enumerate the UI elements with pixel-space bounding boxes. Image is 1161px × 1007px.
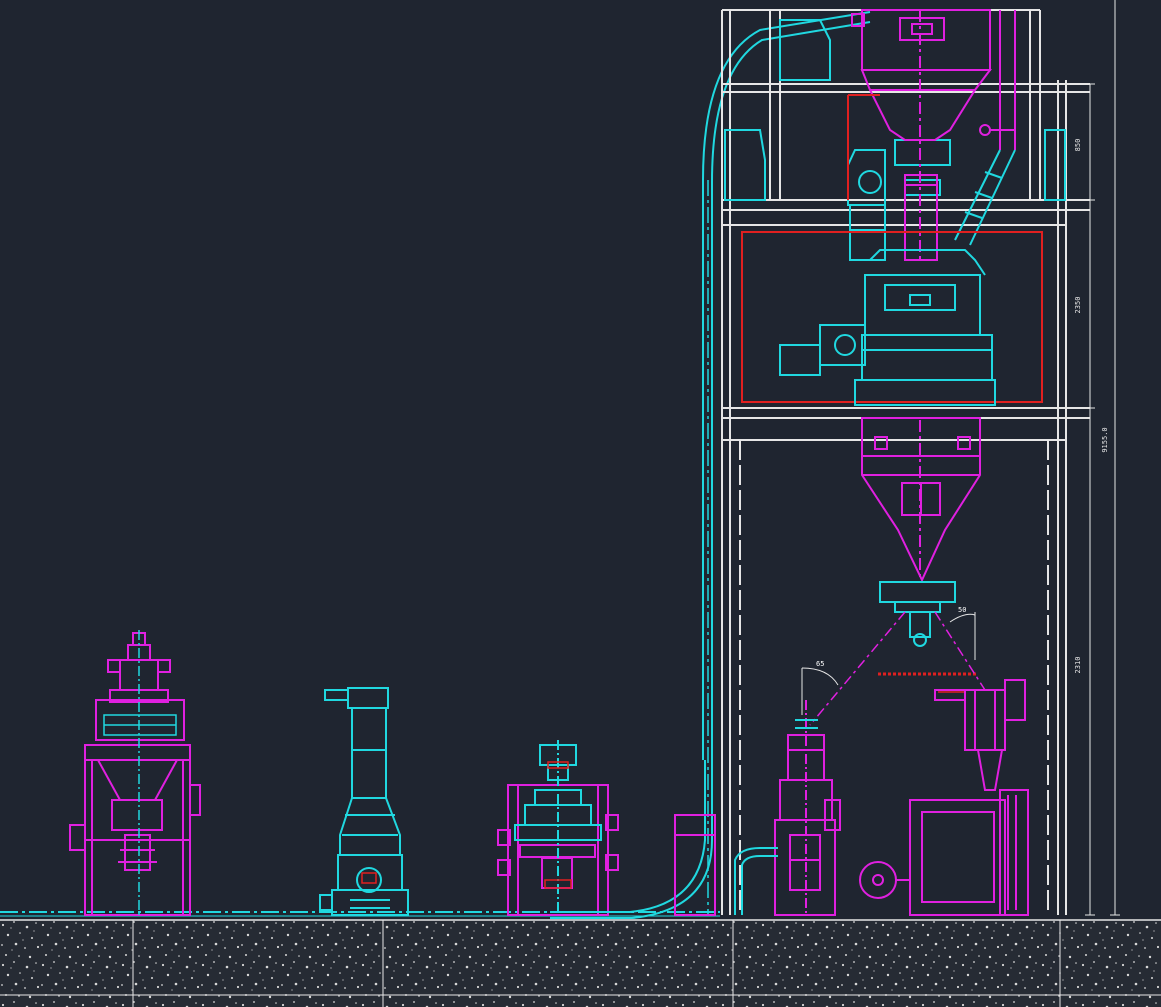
process-elevation-drawing: 850 2350 2310 9155.0 65 50 [0, 0, 1161, 1007]
discharge-lines [809, 611, 986, 726]
ground-slab [0, 919, 1161, 1007]
red-housing [741, 94, 1043, 676]
dimension-label-2: 2350 [1074, 297, 1082, 314]
inclined-chute [954, 149, 1016, 246]
pneumatic-conveying-pipe [550, 11, 871, 919]
packer-right [859, 679, 1029, 916]
lower-hopper [861, 417, 981, 583]
angle-label-2: 50 [958, 606, 966, 614]
dimension-label-4: 9155.0 [1101, 427, 1109, 452]
machine-2-red-detail [361, 872, 377, 884]
top-feed-bin [851, 9, 1016, 260]
tower-structure [721, 9, 1090, 915]
machine-2-bucket-elevator [319, 687, 409, 916]
dimension-lines [1085, 0, 1120, 916]
rotary-valve [879, 581, 956, 647]
angle-label-1: 65 [816, 660, 824, 668]
packer-left [774, 700, 841, 916]
mixer-body [779, 249, 996, 406]
dimension-label-1: 850 [1074, 139, 1082, 152]
dimension-label-3: 2310 [1074, 657, 1082, 674]
machine-1-hopper-unit [69, 632, 201, 916]
